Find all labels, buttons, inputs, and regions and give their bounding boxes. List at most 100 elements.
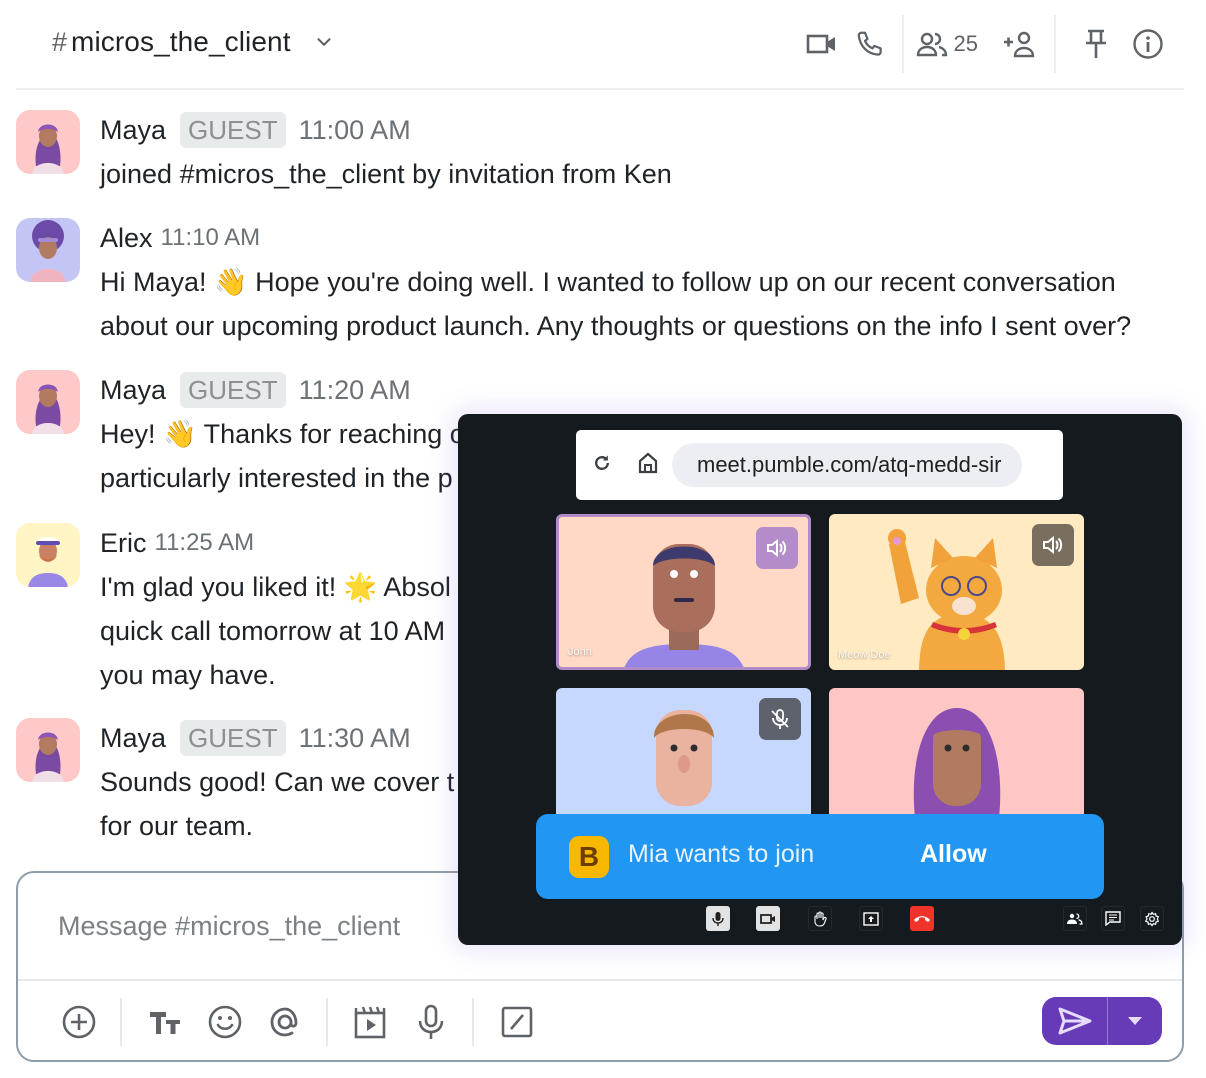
members-button[interactable]: 25 bbox=[916, 31, 978, 57]
message-author[interactable]: Maya bbox=[100, 115, 166, 146]
text-format-button[interactable] bbox=[144, 1001, 186, 1043]
mic-toggle-button[interactable] bbox=[706, 906, 730, 931]
hang-up-button[interactable] bbox=[910, 906, 934, 931]
requester-avatar: B bbox=[569, 836, 609, 878]
message-time: 11:30 AM bbox=[298, 722, 411, 753]
add-attachment-button[interactable] bbox=[58, 1001, 100, 1043]
info-button[interactable] bbox=[1128, 24, 1168, 64]
message-text: Hi Maya! 👋 Hope you're doing well. I wan… bbox=[100, 267, 1132, 341]
refresh-icon bbox=[595, 455, 609, 470]
avatar[interactable] bbox=[16, 718, 80, 782]
channel-title-button[interactable]: # micros_the_client bbox=[52, 26, 335, 58]
send-options-button[interactable] bbox=[1108, 997, 1162, 1045]
url-field[interactable]: meet.pumble.com/atq-medd-sir bbox=[672, 443, 1022, 487]
audio-indicator bbox=[1032, 524, 1074, 566]
chat-button[interactable] bbox=[1101, 906, 1125, 931]
video-clip-button[interactable] bbox=[350, 1001, 392, 1043]
home-button[interactable] bbox=[634, 449, 662, 477]
chat-icon bbox=[1105, 911, 1121, 926]
add-member-icon bbox=[1004, 31, 1035, 58]
message-author[interactable]: Alex bbox=[100, 223, 153, 254]
audio-indicator bbox=[759, 698, 801, 740]
phone-icon bbox=[857, 31, 882, 56]
share-screen-button[interactable] bbox=[859, 906, 883, 931]
members-icon bbox=[916, 32, 947, 57]
member-count: 25 bbox=[953, 31, 978, 56]
composer-divider bbox=[18, 979, 1182, 981]
message-input[interactable]: Message #micros_the_client bbox=[58, 911, 400, 942]
share-screen-icon bbox=[863, 911, 879, 926]
participant-name: Meow Doe bbox=[838, 649, 891, 661]
toolbar-divider bbox=[326, 998, 328, 1046]
header-divider bbox=[901, 15, 904, 73]
send-button-group bbox=[1042, 997, 1162, 1045]
message-time: 11:00 AM bbox=[298, 114, 411, 145]
slash-command-icon bbox=[501, 1006, 533, 1038]
avatar[interactable] bbox=[16, 218, 80, 282]
meeting-window: meet.pumble.com/atq-medd-sir John Meow D… bbox=[458, 414, 1182, 945]
raise-hand-button[interactable] bbox=[808, 906, 832, 931]
mention-button[interactable] bbox=[264, 1001, 306, 1043]
meeting-controls bbox=[458, 906, 1182, 932]
avatar[interactable] bbox=[16, 523, 80, 587]
slash-command-button[interactable] bbox=[496, 1001, 538, 1043]
video-call-button[interactable] bbox=[802, 24, 842, 64]
participants-button[interactable] bbox=[1063, 906, 1087, 931]
video-icon bbox=[806, 34, 835, 54]
message-author[interactable]: Eric bbox=[100, 528, 147, 559]
participants-icon bbox=[1067, 912, 1083, 925]
emoji-icon bbox=[208, 1005, 242, 1039]
pin-button[interactable] bbox=[1076, 24, 1116, 64]
add-member-button[interactable] bbox=[1000, 24, 1040, 64]
add-icon bbox=[62, 1005, 96, 1039]
mention-icon bbox=[270, 1007, 298, 1037]
send-icon bbox=[1058, 1007, 1091, 1035]
message-author[interactable]: Maya bbox=[100, 375, 166, 406]
hang-up-icon bbox=[914, 915, 930, 922]
text-format-icon bbox=[150, 1012, 180, 1034]
allow-button[interactable]: Allow bbox=[916, 838, 991, 871]
avatar[interactable] bbox=[16, 110, 80, 174]
toolbar-divider bbox=[120, 998, 122, 1046]
settings-icon bbox=[1145, 911, 1159, 926]
toolbar-divider bbox=[472, 998, 474, 1046]
mic-icon bbox=[712, 911, 724, 926]
browser-address-bar: meet.pumble.com/atq-medd-sir bbox=[576, 430, 1063, 500]
message-time: 11:20 AM bbox=[298, 374, 411, 405]
header-divider bbox=[1054, 15, 1056, 73]
avatar[interactable] bbox=[16, 370, 80, 434]
pin-icon bbox=[1086, 29, 1106, 58]
home-icon bbox=[638, 452, 658, 474]
settings-button[interactable] bbox=[1140, 906, 1164, 931]
phone-call-button[interactable] bbox=[850, 24, 890, 64]
camera-icon bbox=[760, 913, 775, 924]
raise-hand-icon bbox=[814, 910, 827, 927]
clip-icon bbox=[354, 1006, 386, 1039]
join-request-text: Mia wants to join bbox=[628, 840, 815, 868]
voice-message-button[interactable] bbox=[410, 1001, 452, 1043]
send-button[interactable] bbox=[1042, 997, 1108, 1045]
guest-badge: GUEST bbox=[180, 720, 286, 756]
guest-badge: GUEST bbox=[180, 112, 286, 148]
composer-toolbar bbox=[58, 997, 556, 1047]
guest-badge: GUEST bbox=[180, 372, 286, 408]
speaker-icon bbox=[1043, 535, 1063, 555]
refresh-button[interactable] bbox=[588, 449, 616, 477]
participant-tile[interactable]: John bbox=[556, 514, 811, 670]
chevron-down-icon[interactable] bbox=[313, 31, 335, 53]
mic-icon bbox=[418, 1004, 444, 1039]
join-request-banner: B Mia wants to join Allow bbox=[536, 814, 1104, 899]
message-author[interactable]: Maya bbox=[100, 723, 166, 754]
camera-toggle-button[interactable] bbox=[756, 906, 780, 931]
speaker-icon bbox=[767, 538, 787, 558]
channel-header: # micros_the_client 25 bbox=[16, 0, 1184, 90]
channel-name: micros_the_client bbox=[71, 26, 291, 57]
emoji-button[interactable] bbox=[204, 1001, 246, 1043]
hash-icon: # bbox=[52, 26, 68, 57]
participant-tile[interactable]: Meow Doe bbox=[829, 514, 1084, 670]
participant-name: John bbox=[568, 646, 592, 658]
message-time: 11:10 AM bbox=[160, 224, 261, 251]
mic-off-icon bbox=[771, 709, 789, 729]
message-time: 11:25 AM bbox=[154, 529, 255, 556]
message-text: joined #micros_the_client by invitation … bbox=[100, 159, 672, 189]
